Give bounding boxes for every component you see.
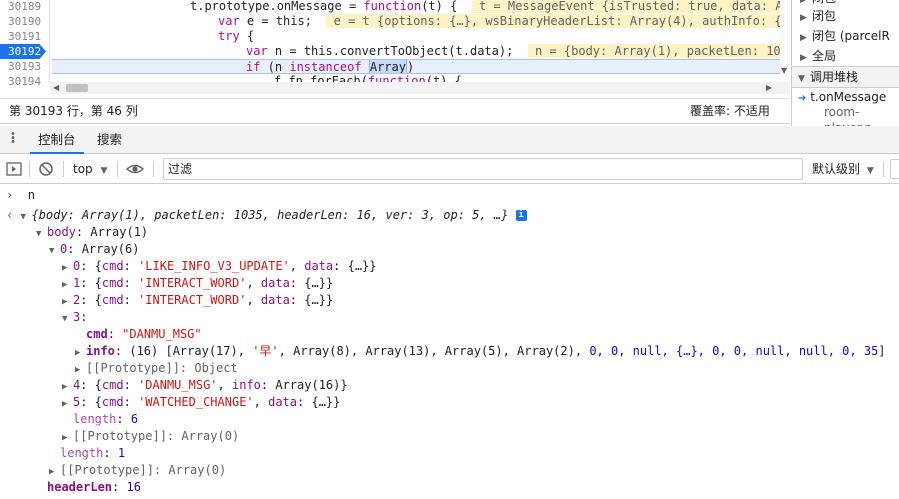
code-line: try {: [52, 29, 788, 44]
tree-row-entry[interactable]: ▶ 2: {cmd: 'INTERACT_WORD', data: {…}}: [62, 292, 333, 309]
scope-item[interactable]: ▶ 闭包 (parcelR: [792, 26, 899, 46]
code-line: var e = this; e = t {options: {…}, wsBin…: [52, 14, 788, 29]
code-text: var n = this.convertToObject(t.data);: [246, 44, 514, 58]
code-text: var e = this;: [218, 14, 312, 28]
tree-row-headerlen[interactable]: headerLen: 16: [47, 479, 141, 496]
scroll-left-icon[interactable]: ◀: [53, 83, 59, 92]
expand-triangle-icon[interactable]: ▶: [62, 396, 73, 413]
collapse-triangle-icon[interactable]: ▼: [20, 209, 31, 226]
code-text: if (n instanceof Array): [246, 60, 415, 74]
scroll-down-icon[interactable]: ▼: [781, 66, 787, 75]
vertical-scrollbar[interactable]: ▼: [780, 0, 790, 82]
code-text: try {: [218, 29, 255, 43]
inline-value: n = {body: Array(1), packetLen: 1035,: [527, 44, 788, 58]
collapse-triangle-icon[interactable]: ▼: [36, 226, 47, 243]
tree-row-length[interactable]: length: 6: [73, 411, 138, 428]
tree-row-entry[interactable]: ▶ 5: {cmd: 'WATCHED_CHANGE', data: {…}}: [62, 394, 340, 411]
line-number[interactable]: 30191: [0, 29, 50, 44]
expand-triangle-icon[interactable]: ▶: [800, 28, 812, 48]
more-options-icon[interactable]: • • •: [10, 130, 16, 148]
line-number[interactable]: 30189: [0, 0, 50, 14]
tree-row-length[interactable]: length: 1: [60, 445, 125, 462]
tree-row-info[interactable]: ▶ info: (16) [Array(17), '早', Array(8), A…: [75, 343, 886, 360]
line-number[interactable]: 30194: [0, 74, 50, 89]
tab-console[interactable]: 控制台: [30, 126, 84, 154]
coverage-status[interactable]: 覆盖率: 不适用: [690, 99, 770, 123]
debugger-sidebar: ▶闭包 ▶闭包 ▶闭包 (parcelR ▶全局 ▼调用堆栈 ➔ t.onMes…: [791, 0, 899, 126]
callstack-file[interactable]: room-player.n: [792, 104, 899, 126]
scroll-right-icon[interactable]: ▶: [766, 83, 772, 92]
info-icon[interactable]: i: [515, 210, 527, 221]
expand-triangle-icon[interactable]: ▶: [800, 8, 812, 28]
tree-row-prototype[interactable]: ▶ [[Prototype]]: Array(0): [49, 462, 226, 479]
current-frame-arrow-icon: ➔: [798, 93, 807, 104]
toggle-sidebar-icon[interactable]: [6, 154, 22, 184]
context-selector[interactable]: top ▼: [73, 154, 107, 184]
live-expression-eye-icon[interactable]: [125, 154, 145, 184]
inline-value: e = t {options: {…}, wsBinaryHeaderList:…: [326, 14, 788, 28]
line-number[interactable]: 30193: [0, 59, 50, 74]
tab-search[interactable]: 搜索: [89, 126, 130, 154]
settings-button-edge[interactable]: [890, 159, 899, 179]
tree-row-cmd[interactable]: cmd: "DANMU_MSG": [86, 326, 202, 343]
code-text: t.prototype.onMessage = function(t) {: [190, 0, 458, 13]
tree-row-entry-expanded[interactable]: ▼ 3:: [62, 309, 87, 326]
tree-row-prototype[interactable]: ▶ [[Prototype]]: Object: [75, 360, 238, 377]
scrollbar-thumb[interactable]: [66, 84, 88, 92]
prompt-chevron-icon: ›: [6, 188, 14, 202]
callstack-header[interactable]: ▼ 调用堆栈: [792, 66, 899, 88]
tree-row-entry[interactable]: ▶ 1: {cmd: 'INTERACT_WORD', data: {…}}: [62, 275, 333, 292]
console-output[interactable]: › n ‹ ▼ {body: Array(1), packetLen: 1035,…: [0, 184, 899, 499]
code-line: var n = this.convertToObject(t.data); n …: [52, 44, 788, 59]
expand-triangle-icon[interactable]: ▶: [800, 48, 812, 68]
inline-value: t = MessageEvent {isTrusted: true, data:…: [471, 0, 788, 13]
cursor-position: 第 30193 行，第 46 列: [9, 104, 138, 118]
dropdown-arrow-icon: ▼: [866, 166, 874, 176]
collapse-triangle-icon[interactable]: ▼: [798, 69, 810, 89]
filter-input[interactable]: 过滤: [163, 158, 803, 180]
callstack-frame[interactable]: ➔ t.onMessage: [792, 88, 899, 104]
scope-item[interactable]: ▶ 全局: [792, 46, 899, 66]
tree-row-body[interactable]: ▼ body: Array(1): [36, 224, 148, 241]
tree-row-entry[interactable]: ▶ 0: {cmd: 'LIKE_INFO_V3_UPDATE', data: {…: [62, 258, 377, 275]
console-toolbar: top ▼ 过滤 默认级别 ▼: [0, 154, 899, 184]
current-execution-line: if (n instanceof Array): [52, 59, 788, 74]
collapse-triangle-icon[interactable]: ▼: [62, 311, 73, 328]
breakpoint-line-number[interactable]: 30192: [0, 44, 46, 59]
console-result-line[interactable]: ‹ ▼ {body: Array(1), packetLen: 1035, hea…: [6, 207, 527, 224]
status-bar: 第 30193 行，第 46 列 覆盖率: 不适用: [0, 98, 790, 124]
line-gutter[interactable]: 30189 30190 30191 30192 30193 30194: [0, 0, 50, 88]
tree-row-entry[interactable]: ▶ 4: {cmd: 'DANMU_MSG', info: Array(16)}: [62, 377, 348, 394]
tree-row-prototype[interactable]: ▶ [[Prototype]]: Array(0): [62, 428, 239, 445]
tree-row-index[interactable]: ▼ 0: Array(6): [49, 241, 139, 258]
console-input-line: › n: [6, 188, 35, 202]
code-line: t.prototype.onMessage = function(t) { t …: [52, 0, 788, 14]
collapse-triangle-icon[interactable]: ▼: [49, 243, 60, 260]
result-chevron-icon: ‹: [6, 208, 14, 222]
drawer-tabbar: • • • 控制台 搜索: [0, 126, 899, 154]
source-editor[interactable]: 30189 30190 30191 30192 30193 30194 t.pr…: [0, 0, 790, 98]
scope-item[interactable]: ▶闭包: [792, 6, 899, 26]
horizontal-scrollbar[interactable]: ◀ ▶: [50, 82, 790, 94]
dropdown-arrow-icon: ▼: [100, 166, 108, 176]
clear-console-icon[interactable]: [38, 154, 54, 184]
line-number[interactable]: 30190: [0, 14, 50, 29]
log-levels-dropdown[interactable]: 默认级别 ▼: [812, 154, 874, 184]
